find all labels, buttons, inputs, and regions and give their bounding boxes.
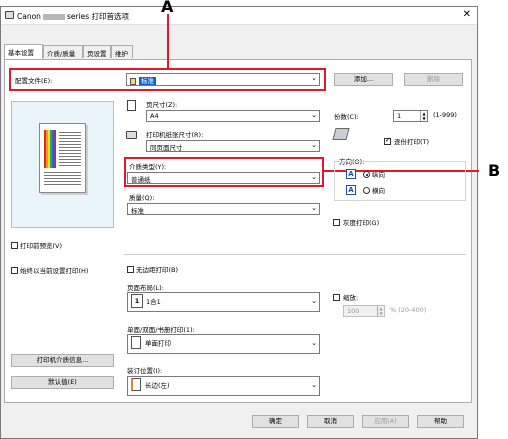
binding-edge-icon xyxy=(131,378,141,391)
tab-maintenance[interactable]: 维护 xyxy=(111,45,133,58)
printer-paper-size-select[interactable]: 同页面尺寸 ⌄ xyxy=(146,140,320,152)
chevron-down-icon: ⌄ xyxy=(311,141,317,149)
delete-profile-button[interactable]: 删除 xyxy=(404,73,463,86)
page-size-label: 页尺寸(Z): xyxy=(146,101,178,109)
copies-label: 份数(C): xyxy=(334,113,359,121)
quality-select[interactable]: 标准 ⌄ xyxy=(127,203,320,215)
landscape-icon: A xyxy=(346,185,356,195)
close-icon[interactable]: ✕ xyxy=(463,9,471,21)
divider xyxy=(124,254,466,255)
chevron-down-icon: ⌄ xyxy=(311,111,317,119)
scaling-input[interactable]: 100 ▲ ▼ xyxy=(343,305,385,317)
binding-label: 装订位置(I): xyxy=(127,367,163,375)
cancel-button[interactable]: 取消 xyxy=(307,415,354,428)
quality-label: 质量(Q): xyxy=(129,194,155,202)
preview-before-print-label: 打印前预览(V) xyxy=(20,242,63,250)
window-title: Canon series 打印首选项 xyxy=(17,12,130,21)
redacted-model-name xyxy=(42,14,65,20)
printer-icon xyxy=(5,11,14,19)
scaling-label: 缩放: xyxy=(343,294,359,302)
print-preview xyxy=(11,101,114,228)
chevron-down-icon: ⌄ xyxy=(311,339,317,347)
defaults-button[interactable]: 默认值(E) xyxy=(11,376,114,389)
callout-a-label: A xyxy=(161,0,174,16)
collate-checkbox[interactable] xyxy=(384,136,391,145)
portrait-radio[interactable] xyxy=(363,171,370,178)
landscape-label: 横向 xyxy=(372,187,385,195)
tab-basic-settings[interactable]: 基本设置 xyxy=(4,44,43,59)
callout-b-box xyxy=(124,157,324,187)
always-print-current-label: 始终以当前设置打印(H) xyxy=(20,267,89,275)
page-layout-select[interactable]: 1 1合1 ⌄ xyxy=(127,292,320,312)
portrait-icon: A xyxy=(346,169,356,179)
printer-paper-size-label: 打印机纸张尺寸(R): xyxy=(146,131,204,139)
tab-media-quality[interactable]: 介质/质量 xyxy=(43,45,83,58)
collate-label: 逐份打印(T) xyxy=(394,138,430,146)
borderless-label: 无边距打印(B) xyxy=(136,266,179,274)
binding-select[interactable]: 长边(左) ⌄ xyxy=(127,376,320,396)
grayscale-label: 灰度打印(G) xyxy=(343,219,380,227)
callout-a-line xyxy=(167,14,169,69)
duplex-label: 单面/双面/书册打印(1): xyxy=(127,326,195,334)
spinner-arrows-icon[interactable]: ▲ ▼ xyxy=(420,111,427,121)
copies-range: (1-999) xyxy=(433,111,457,119)
page-layout-label: 页面布局(L): xyxy=(127,284,164,292)
duplex-select[interactable]: 单面打印 ⌄ xyxy=(127,334,320,354)
add-profile-button[interactable]: 添加... xyxy=(334,73,393,86)
spinner-arrows-icon[interactable]: ▲ ▼ xyxy=(377,306,384,316)
borderless-checkbox[interactable] xyxy=(127,266,134,273)
portrait-label: 纵向 xyxy=(372,171,385,179)
page-size-icon xyxy=(127,100,136,111)
tab-page-setup[interactable]: 页设置 xyxy=(83,45,111,58)
scaling-range: % (20-400) xyxy=(390,306,427,314)
paper-preview-icon xyxy=(39,123,86,193)
always-print-current-checkbox[interactable] xyxy=(11,267,18,274)
printer-paper-icon xyxy=(126,131,137,139)
callout-b-label: B xyxy=(488,161,501,180)
scaling-checkbox[interactable] xyxy=(333,294,340,301)
callout-a-box xyxy=(9,68,326,91)
chevron-down-icon: ⌄ xyxy=(311,381,317,389)
printer-media-info-button[interactable]: 打印机介质信息... xyxy=(11,354,114,367)
help-button[interactable]: 帮助 xyxy=(417,415,464,428)
landscape-radio[interactable] xyxy=(363,187,370,194)
chevron-down-icon: ⌄ xyxy=(311,204,317,212)
preview-before-print-checkbox[interactable] xyxy=(11,242,18,249)
ok-button[interactable]: 确定 xyxy=(252,415,299,428)
orientation-group xyxy=(334,161,466,201)
grayscale-checkbox[interactable] xyxy=(333,219,340,226)
title-bar: Canon series 打印首选项 ✕ xyxy=(1,7,477,25)
chevron-down-icon: ⌄ xyxy=(311,297,317,305)
copies-input[interactable]: 1 ▲ ▼ xyxy=(393,110,428,122)
page-layout-icon: 1 xyxy=(131,294,143,308)
single-sided-icon xyxy=(131,336,141,349)
page-size-select[interactable]: A4 ⌄ xyxy=(146,110,320,122)
apply-button[interactable]: 应用(A) xyxy=(362,415,409,428)
